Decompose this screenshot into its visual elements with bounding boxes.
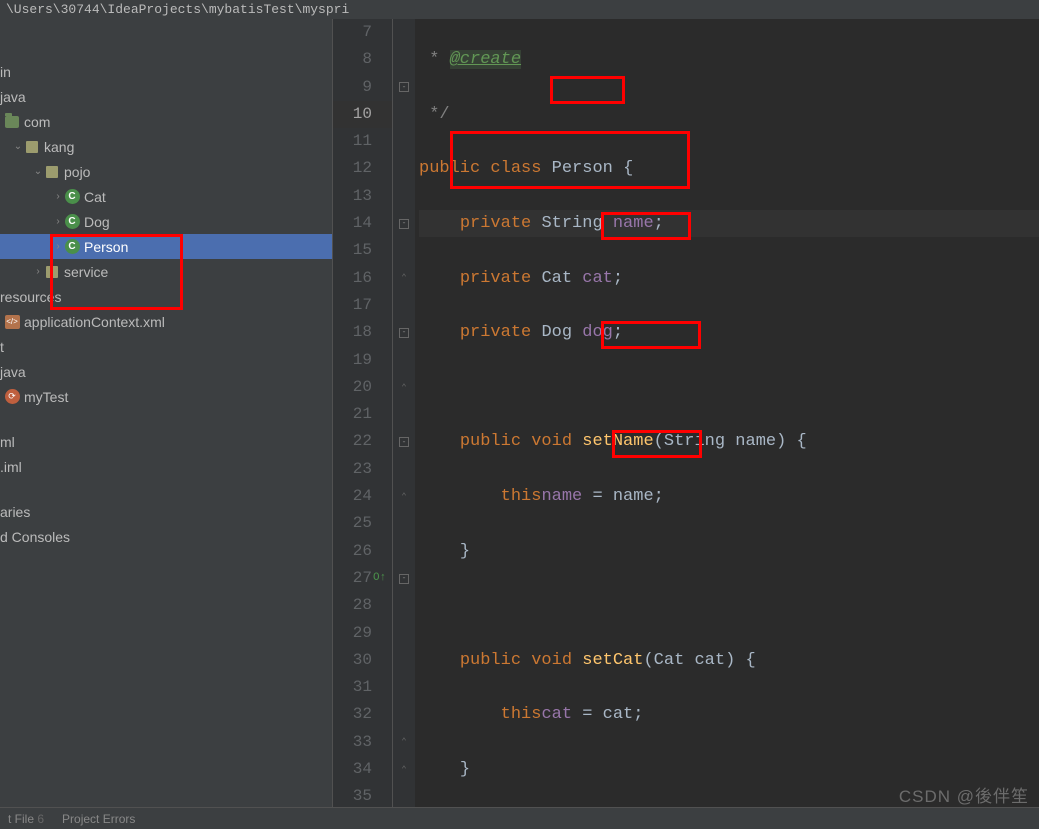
- code-line: * @create: [419, 46, 1039, 73]
- chevron-right-icon[interactable]: ›: [32, 266, 44, 277]
- tree-item-kang[interactable]: ⌄kang: [0, 134, 332, 159]
- fold-icon[interactable]: -: [399, 574, 409, 584]
- tree-item-t[interactable]: t: [0, 334, 332, 359]
- tree-item-resources[interactable]: resources: [0, 284, 332, 309]
- code-line: [419, 592, 1039, 619]
- tree-item-person[interactable]: ›CPerson: [0, 234, 332, 259]
- code-line: thisname = name;: [419, 483, 1039, 510]
- chevron-right-icon[interactable]: ›: [52, 191, 64, 202]
- tree-item-java[interactable]: java: [0, 84, 332, 109]
- tab-current-file[interactable]: t File 6: [8, 812, 44, 826]
- code-editor[interactable]: 7 8 9 10 11 12 13 14 15 16 17 18 19 20 2…: [333, 19, 1039, 808]
- line-gutter: 7 8 9 10 11 12 13 14 15 16 17 18 19 20 2…: [333, 19, 393, 808]
- tree-item-in[interactable]: in: [0, 59, 332, 84]
- tree-item-aries[interactable]: aries: [0, 499, 332, 524]
- chevron-down-icon[interactable]: ⌄: [32, 166, 44, 177]
- project-tree[interactable]: in java com ⌄kang ⌄pojo ›CCat ›CDog ›CPe…: [0, 19, 333, 808]
- fold-gutter: - - ⌃ - ⌃ - ⌃ - ⌃ ⌃: [393, 19, 415, 808]
- code-line: private Dog dog;: [419, 319, 1039, 346]
- code-line: public class Person {: [419, 155, 1039, 182]
- tree-item-cat[interactable]: ›CCat: [0, 184, 332, 209]
- tree-item-dog[interactable]: ›CDog: [0, 209, 332, 234]
- tree-item-appctx[interactable]: </>applicationContext.xml: [0, 309, 332, 334]
- watermark: CSDN @後伴笙: [899, 782, 1029, 807]
- annotation-box: [550, 76, 625, 104]
- tree-item-mytest[interactable]: ⟳myTest: [0, 384, 332, 409]
- tree-item-iml[interactable]: .iml: [0, 454, 332, 479]
- breadcrumb: \Users\30744\IdeaProjects\mybatisTest\my…: [0, 0, 1039, 19]
- tree-item-consoles[interactable]: d Consoles: [0, 524, 332, 549]
- tree-item-pojo[interactable]: ⌄pojo: [0, 159, 332, 184]
- code-line: public void setCat(Cat cat) {: [419, 647, 1039, 674]
- status-bar: t File 6 Project Errors: [0, 807, 1039, 829]
- chevron-right-icon[interactable]: ›: [52, 216, 64, 227]
- code-line: }: [419, 756, 1039, 783]
- tab-project-errors[interactable]: Project Errors: [62, 812, 135, 826]
- fold-icon[interactable]: -: [399, 328, 409, 338]
- tree-item-service[interactable]: ›service: [0, 259, 332, 284]
- fold-icon[interactable]: -: [399, 219, 409, 229]
- tree-item-java2[interactable]: java: [0, 359, 332, 384]
- chevron-right-icon[interactable]: ›: [52, 241, 64, 252]
- fold-icon[interactable]: -: [399, 82, 409, 92]
- fold-icon[interactable]: -: [399, 437, 409, 447]
- code-line: public void setName(String name) {: [419, 428, 1039, 455]
- code-line: private Cat cat;: [419, 265, 1039, 292]
- override-icon[interactable]: O↑: [373, 565, 386, 592]
- code-line: thiscat = cat;: [419, 701, 1039, 728]
- code-line: private String name;: [419, 210, 1039, 237]
- chevron-down-icon[interactable]: ⌄: [12, 141, 24, 152]
- tree-item-ml[interactable]: ml: [0, 429, 332, 454]
- code-line: }: [419, 538, 1039, 565]
- code-area[interactable]: * @create */ public class Person { priva…: [415, 19, 1039, 808]
- code-line: */: [419, 101, 1039, 128]
- tree-item-com[interactable]: com: [0, 109, 332, 134]
- code-line: [419, 374, 1039, 401]
